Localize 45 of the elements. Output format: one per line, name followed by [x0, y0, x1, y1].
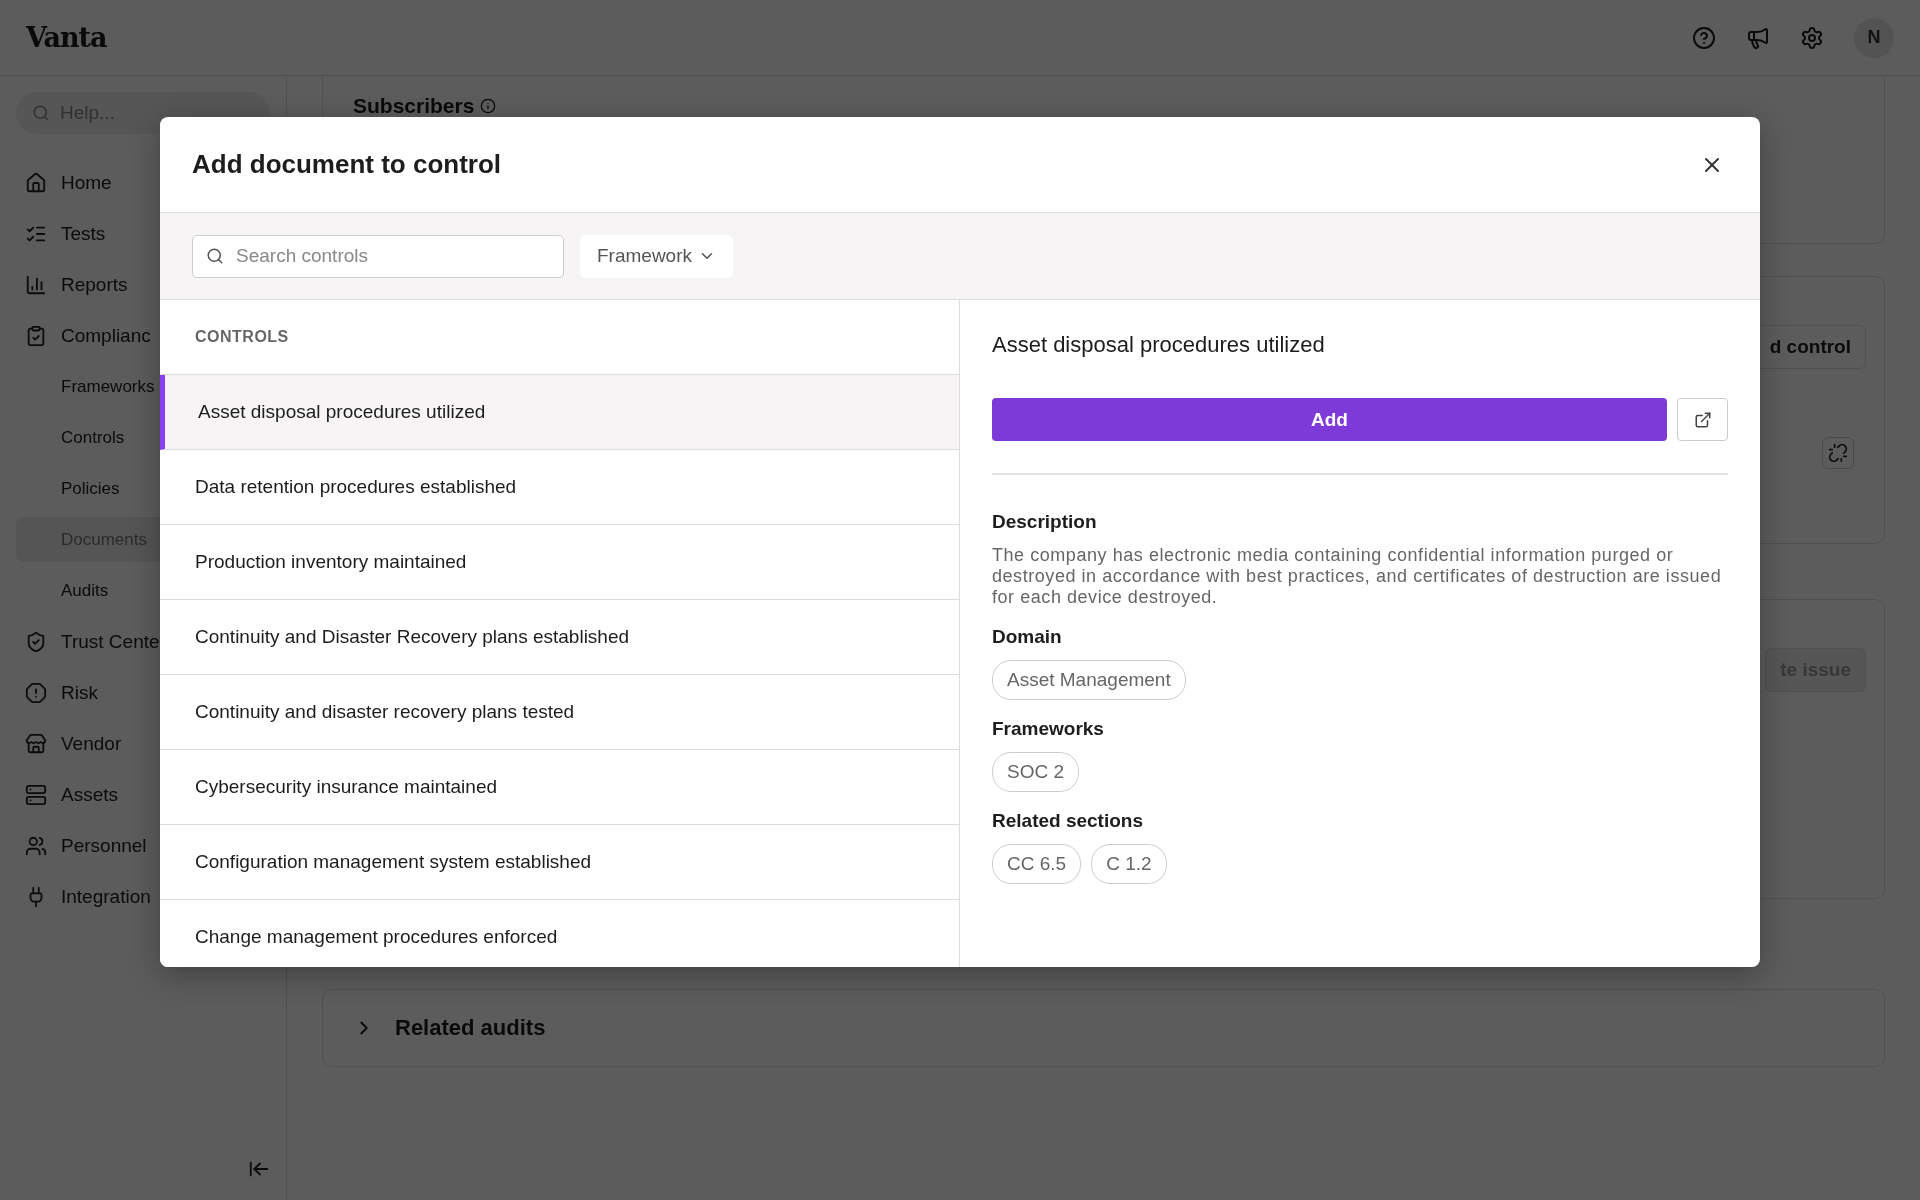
control-row[interactable]: Continuity and Disaster Recovery plans established — [160, 600, 959, 675]
alert-icon — [25, 681, 47, 704]
control-row[interactable]: Cybersecurity insurance maintained — [160, 750, 959, 825]
detail-title: Asset disposal procedures utilized — [992, 332, 1326, 358]
section-label: Description — [992, 511, 1098, 533]
section-label: Domain — [992, 626, 1063, 648]
control-row[interactable]: Continuity and disaster recovery plans tested — [160, 675, 959, 750]
settings-icon[interactable] — [1800, 25, 1824, 50]
server-icon — [25, 783, 47, 806]
info-icon — [480, 98, 497, 114]
description-text: The company has electronic media containing confidential information purged or destroyed in accordance with best practices, and certificates of destruction are issued for each device destroyed. — [992, 545, 1723, 608]
list-heading: CONTROLS — [195, 328, 289, 346]
shield-icon — [25, 630, 47, 653]
logo: Vanta — [26, 22, 107, 53]
related-audits-title: Related audits — [395, 1015, 546, 1041]
related-audits-row[interactable]: Related audits — [322, 989, 1885, 1067]
search-field[interactable]: Search controls — [192, 234, 564, 278]
tag: SOC 2 — [992, 752, 1080, 792]
add-button[interactable]: Add — [992, 398, 1667, 441]
external-link-button[interactable] — [1677, 398, 1728, 441]
control-row[interactable]: Data retention procedures established — [160, 450, 959, 525]
clipboard-icon — [25, 324, 47, 347]
search-icon — [32, 104, 50, 122]
people-icon — [25, 834, 47, 857]
framework-dropdown[interactable]: Framework — [580, 234, 733, 278]
search-icon — [206, 246, 224, 265]
bar-chart-icon — [25, 273, 47, 296]
avatar[interactable]: N — [1854, 17, 1894, 58]
store-icon — [25, 732, 47, 755]
megaphone-icon[interactable] — [1746, 25, 1770, 50]
tag: C 1.2 — [1091, 844, 1167, 884]
external-link-icon — [1693, 410, 1712, 429]
unlink-button[interactable] — [1822, 437, 1854, 469]
house-icon — [25, 171, 47, 194]
section-title: Subscribers — [353, 94, 497, 118]
modal-title: Add document to control — [192, 149, 502, 180]
section-label: Frameworks — [992, 718, 1105, 740]
control-row[interactable]: Change management procedures enforced — [160, 900, 959, 967]
control-row[interactable]: Production inventory maintained — [160, 525, 959, 600]
help-icon[interactable] — [1692, 25, 1716, 50]
control-row[interactable]: Asset disposal procedures utilized — [160, 375, 959, 450]
section-label: Related sections — [992, 810, 1144, 832]
tag: Asset Management — [992, 660, 1186, 700]
tag: CC 6.5 — [992, 844, 1082, 884]
control-row[interactable]: Configuration management system established — [160, 825, 959, 900]
